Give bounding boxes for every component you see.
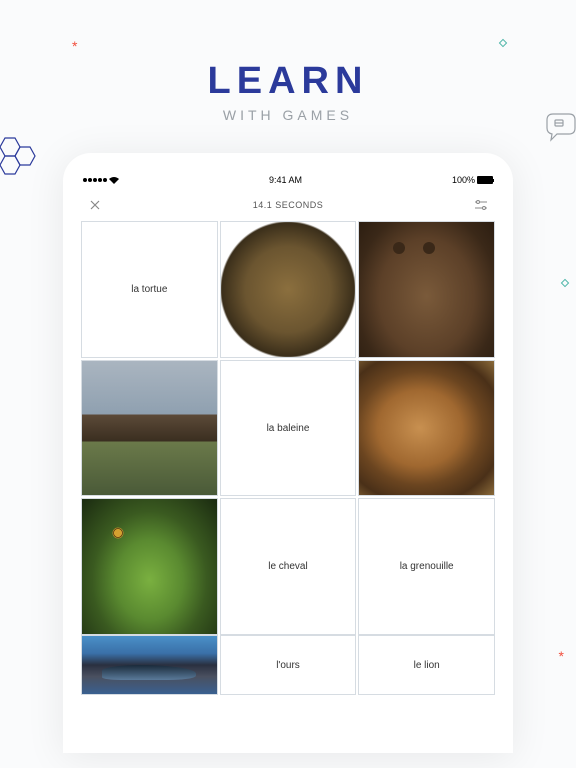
marketing-subtitle: WITH GAMES [0, 107, 576, 123]
marketing-title: LEARN [0, 60, 576, 103]
decoration-diamond [561, 279, 569, 287]
device-frame: 9:41 AM 100% 14.1 SECONDS la tor [63, 153, 513, 753]
status-time: 9:41 AM [269, 175, 302, 185]
card-label: la baleine [267, 423, 310, 434]
app-header: 14.1 SECONDS [77, 189, 499, 221]
frog-image [82, 499, 217, 634]
turtle-image [221, 222, 356, 357]
card-text[interactable]: le cheval [220, 498, 357, 635]
card-image-turtle[interactable] [220, 221, 357, 358]
game-grid-row4: l'ours le lion [77, 635, 499, 695]
battery-icon [477, 176, 493, 184]
whale-image [82, 636, 217, 694]
game-grid: la tortue la baleine le cheval la grenou… [77, 221, 499, 635]
card-label: l'ours [276, 660, 300, 671]
wifi-icon [109, 177, 119, 184]
card-text[interactable]: la grenouille [358, 498, 495, 635]
card-text[interactable]: le lion [358, 635, 495, 695]
settings-button[interactable] [473, 197, 489, 213]
horse-image [82, 361, 217, 496]
bear-image [359, 222, 494, 357]
signal-icon [83, 178, 107, 182]
card-label: le lion [414, 660, 440, 671]
card-image-horse[interactable] [81, 360, 218, 497]
battery-percent: 100% [452, 175, 475, 185]
decoration-star: * [559, 648, 564, 664]
card-label: le cheval [268, 561, 307, 572]
close-icon [89, 199, 101, 211]
marketing-header: LEARN WITH GAMES [0, 0, 576, 153]
card-label: la tortue [131, 284, 167, 295]
card-label: la grenouille [400, 561, 454, 572]
card-text[interactable]: la baleine [220, 360, 357, 497]
card-image-whale[interactable] [81, 635, 218, 695]
app-screen: 9:41 AM 100% 14.1 SECONDS la tor [77, 171, 499, 753]
timer-label: 14.1 SECONDS [253, 200, 324, 210]
status-bar: 9:41 AM 100% [77, 171, 499, 189]
lion-image [359, 361, 494, 496]
card-image-frog[interactable] [81, 498, 218, 635]
card-image-bear[interactable] [358, 221, 495, 358]
card-text[interactable]: la tortue [81, 221, 218, 358]
sliders-icon [474, 199, 488, 211]
card-image-lion[interactable] [358, 360, 495, 497]
card-text[interactable]: l'ours [220, 635, 357, 695]
close-button[interactable] [87, 197, 103, 213]
